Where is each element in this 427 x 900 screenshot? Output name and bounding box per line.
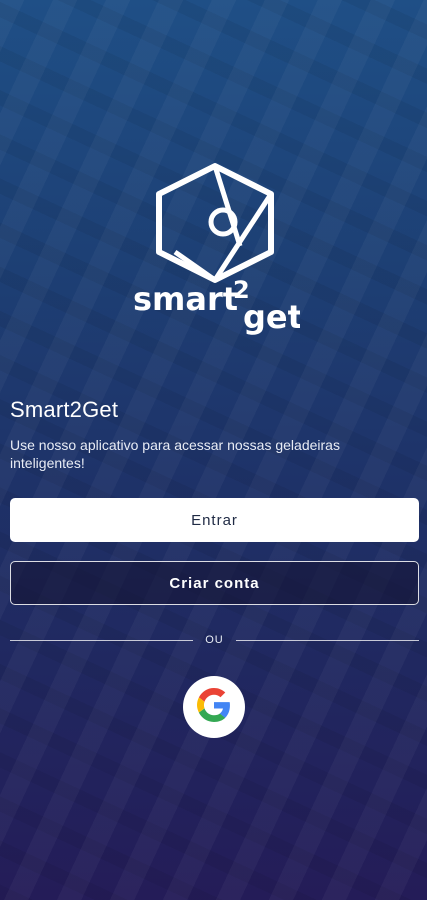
app-title: Smart2Get <box>10 397 119 422</box>
google-signin-button[interactable] <box>183 676 245 738</box>
signup-button[interactable]: Criar conta <box>10 561 419 605</box>
divider-line-right <box>235 639 419 641</box>
signup-button-label: Criar conta <box>169 574 260 592</box>
google-icon <box>197 687 231 727</box>
svg-text:get: get <box>243 298 300 336</box>
svg-text:smart: smart <box>133 280 238 318</box>
login-button[interactable]: Entrar <box>10 498 419 542</box>
divider-label: OU <box>205 634 224 646</box>
divider-line-left <box>10 639 194 641</box>
smart2get-logo: smart 2 get <box>130 160 300 345</box>
app-subtitle: Use nosso aplicativo para acessar nossas… <box>10 437 340 471</box>
login-button-label: Entrar <box>191 511 238 529</box>
or-divider: OU <box>10 630 419 650</box>
